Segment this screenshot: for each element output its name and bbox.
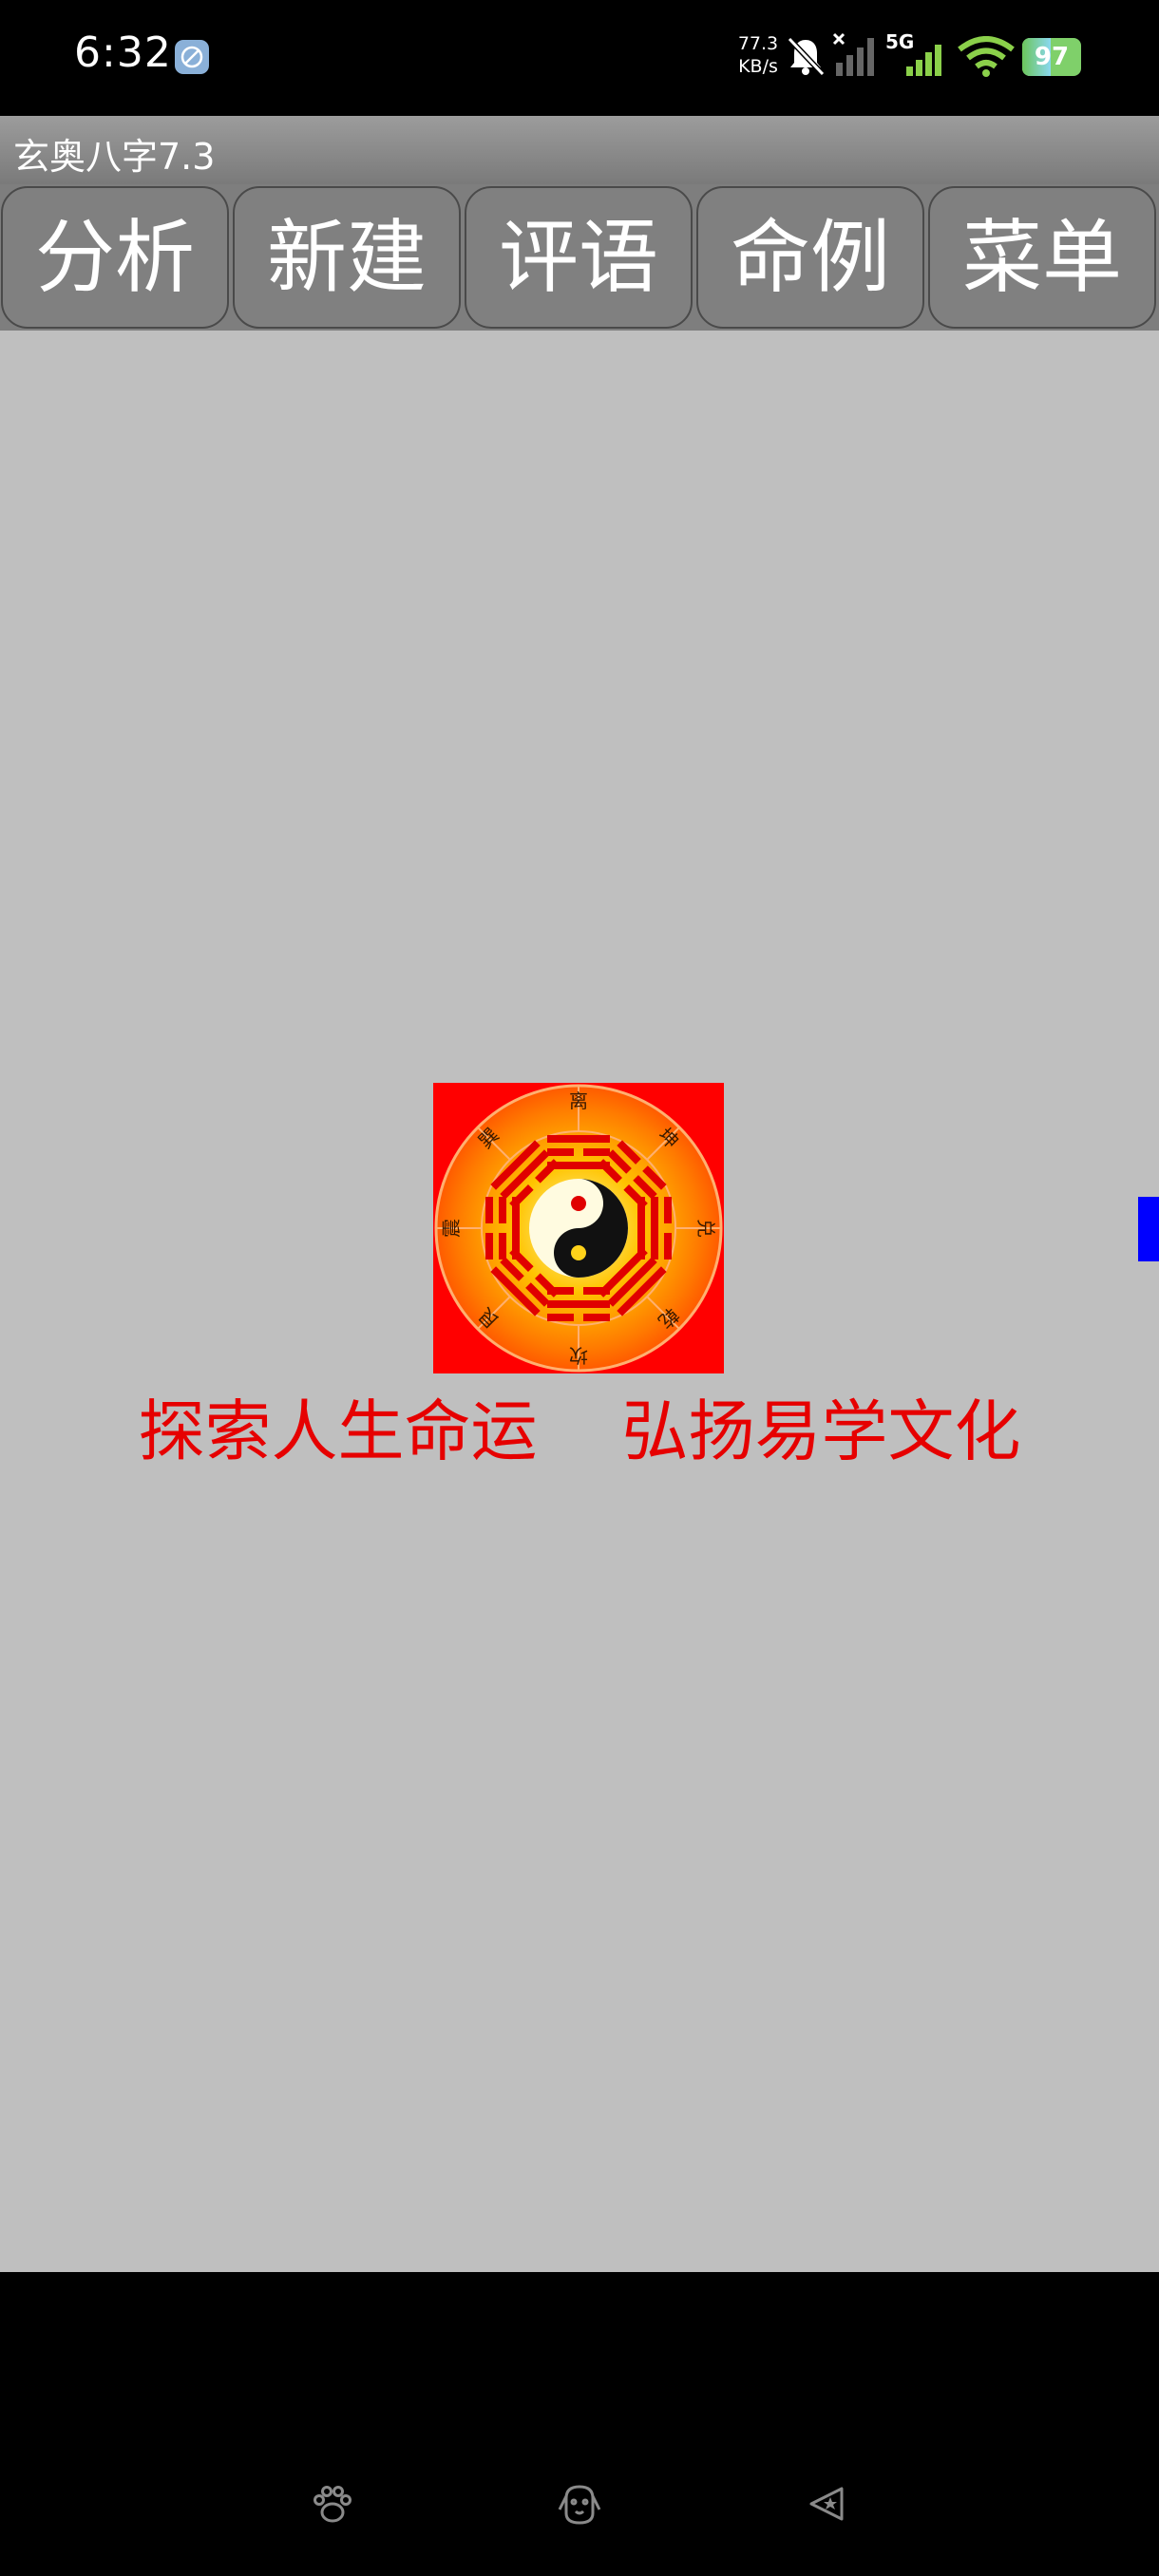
new-button[interactable]: 新建 [233,186,461,329]
network-speed-unit: KB/s [738,56,778,77]
bagua-taiji-icon: 离 坤 兑 乾 坎 艮 震 巽 [433,1083,724,1373]
trigram-label: 震 [440,1219,463,1238]
main-content: 离 坤 兑 乾 坎 艮 震 巽 探索人生命运 弘扬易学文化 [0,331,1159,2272]
network-speed-value: 77.3 [737,33,779,54]
examples-button[interactable]: 命例 [696,186,924,329]
side-drawer-handle[interactable] [1138,1197,1159,1261]
status-bar: 6:32 77.3 KB/s 5G 97 [0,0,1159,116]
trigram-label: 坎 [569,1344,588,1367]
status-time: 6:32 [74,28,172,77]
paw-icon[interactable] [310,2481,355,2527]
toolbar: 分析 新建 评语 命例 菜单 [0,184,1159,331]
signal-no-service-icon [832,32,874,76]
app-title-bar: 玄奥八字7.3 [0,116,1159,184]
battery-icon: 97 [1022,38,1081,76]
battery-level: 97 [1034,43,1070,71]
trigram-label: 离 [569,1089,588,1112]
slogan-text: 探索人生命运 弘扬易学文化 [138,1392,1021,1470]
mute-icon [787,36,826,77]
navigation-bar [0,2272,1159,2576]
analyze-button[interactable]: 分析 [1,186,229,329]
star-back-icon[interactable] [804,2481,849,2527]
app-title: 玄奥八字7.3 [13,136,216,178]
app-notification-icon [175,40,209,74]
menu-button[interactable]: 菜单 [928,186,1156,329]
wifi-icon [958,36,1015,77]
comment-button[interactable]: 评语 [465,186,693,329]
screen: 6:32 77.3 KB/s 5G 97 玄奥八字7.3 分析 新建 评语 命例… [0,0,1159,2576]
trigram-label: 兑 [694,1219,717,1238]
network-speed: 77.3 KB/s [733,32,783,78]
dog-face-icon[interactable] [557,2481,602,2527]
signal-5g-icon [906,45,941,76]
